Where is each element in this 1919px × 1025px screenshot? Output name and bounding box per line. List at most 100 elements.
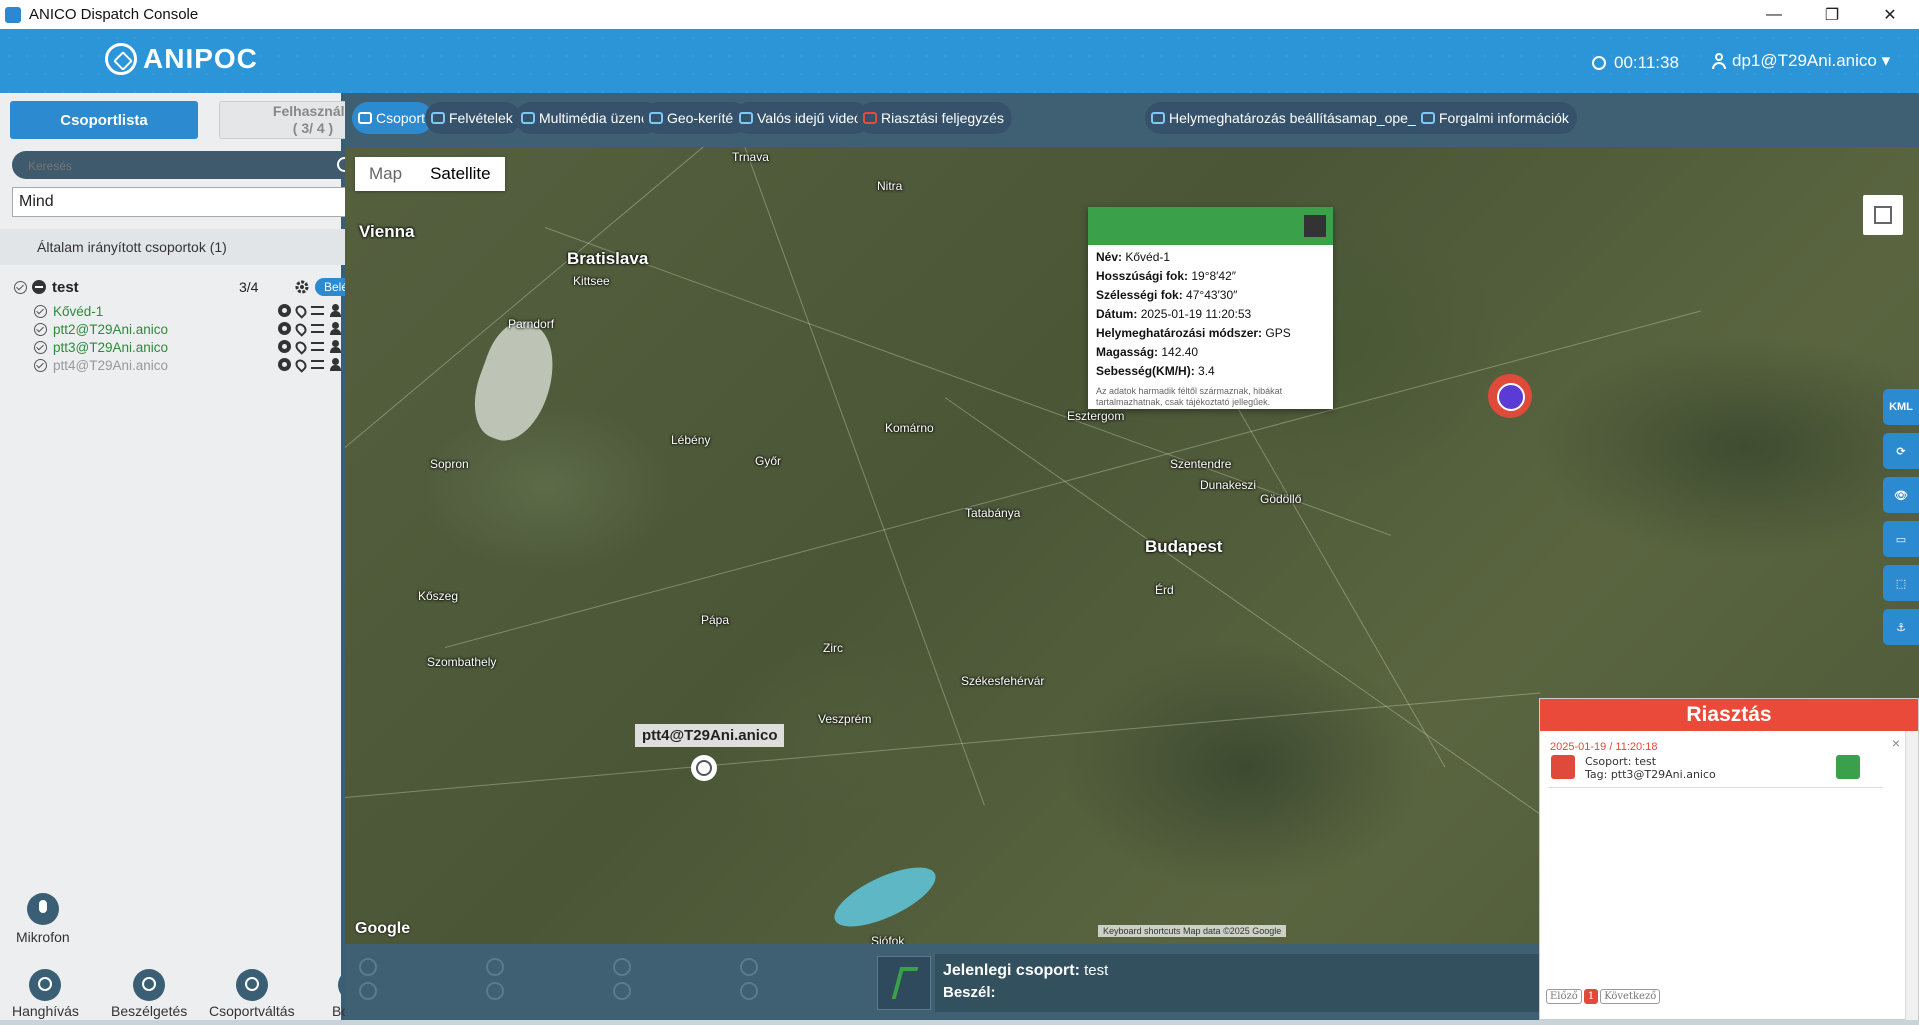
ptt-slot[interactable] (359, 958, 377, 976)
tab-group-list[interactable]: Csoportlista (10, 101, 198, 139)
tree-header-label: Általam irányított csoportok (1) (37, 239, 227, 255)
map-city-label: Veszprém (818, 712, 872, 726)
tab-recordings[interactable]: Felvételek (425, 102, 521, 134)
ptt-slot[interactable] (613, 958, 631, 976)
voice-call-button[interactable]: Hanghívás (12, 969, 79, 1019)
group-switch-button[interactable]: Csoportváltás (209, 969, 295, 1019)
session-timer: 00:11:38 (1592, 53, 1679, 73)
current-group-panel: Jelenlegi csoport: test Beszél: (935, 954, 1539, 1012)
popup-header (1088, 207, 1333, 245)
person-icon[interactable] (329, 340, 342, 353)
left-panel: Csoportlista Felhasználó ( 3/ 4 ) Mind▾ … (0, 93, 416, 1025)
collapse-icon[interactable] (32, 280, 46, 294)
map-type-map[interactable]: Map (355, 157, 416, 191)
search-input[interactable] (26, 156, 320, 176)
tab-group[interactable]: Csoport (352, 102, 434, 134)
location-pin-icon[interactable] (293, 338, 309, 355)
share-icon[interactable] (311, 306, 324, 315)
clock-icon (1592, 56, 1606, 70)
alarm-talk-icon[interactable] (1836, 755, 1860, 779)
eye-icon[interactable]: 👁 (1883, 477, 1919, 513)
main-toolbar: Csoport Felvételek Multimédia üzenet Geo… (345, 93, 1919, 147)
ruler-icon[interactable]: ▭ (1883, 521, 1919, 557)
share-icon[interactable] (311, 342, 324, 351)
map-marker-koved-1[interactable] (1488, 374, 1532, 418)
map-type-satellite[interactable]: Satellite (416, 157, 504, 191)
map-city-label: Komárno (885, 421, 934, 435)
tab-users-label: Felhasználó (272, 103, 354, 119)
microphone-icon[interactable] (27, 893, 59, 925)
member-name: ptt3@T29Ani.anico (53, 339, 169, 355)
map-city-label: Esztergom (1067, 409, 1125, 423)
map-city-label: Lébény (671, 433, 711, 447)
member-checkbox[interactable] (34, 340, 47, 354)
ptt-slot[interactable] (359, 982, 377, 1000)
map-city-label: Parndorf (508, 317, 555, 331)
member-checkbox[interactable] (34, 304, 47, 318)
popup-close-button[interactable] (1304, 215, 1326, 237)
location-pin-icon[interactable] (293, 320, 309, 337)
record-icon[interactable] (278, 340, 291, 353)
member-checkbox[interactable] (34, 322, 47, 336)
share-icon[interactable] (311, 324, 324, 333)
app-header: ANIPOC 00:11:38 dp1@T29Ani.anico ▾ (0, 29, 1919, 93)
map-city-label: Érd (1155, 583, 1174, 597)
alarm-icon (863, 112, 877, 124)
location-pin-icon[interactable] (293, 302, 309, 319)
member-name: ptt2@T29Ani.anico (53, 321, 169, 337)
map-city-label: Tatabánya (965, 506, 1021, 520)
group-checkbox[interactable] (14, 280, 27, 294)
map-marker-ptt4[interactable] (691, 755, 717, 781)
conversation-button[interactable]: Beszélgetés (111, 969, 187, 1019)
prev-button[interactable]: Előző (1546, 989, 1582, 1004)
maximize-button[interactable]: ❐ (1803, 0, 1861, 29)
ptt-slot[interactable] (486, 982, 504, 1000)
map-attribution[interactable]: Keyboard shortcuts Map data ©2025 Google (1098, 925, 1287, 937)
record-icon[interactable] (278, 304, 291, 317)
kml-button[interactable]: KML (1883, 389, 1919, 425)
record-icon[interactable] (278, 322, 291, 335)
location-pin-icon[interactable] (293, 356, 309, 373)
next-button[interactable]: Következő (1600, 989, 1661, 1004)
ptt-slot[interactable] (740, 982, 758, 1000)
map-city-label: Kittsee (573, 274, 610, 288)
tab-alarm-log[interactable]: Riasztási feljegyzés (857, 102, 1012, 134)
select-area-icon[interactable]: ⬚ (1883, 565, 1919, 601)
window-title: ANICO Dispatch Console (29, 6, 199, 23)
member-checkbox[interactable] (34, 358, 47, 372)
traffic-info-button[interactable]: Forgalmi információk (1415, 102, 1577, 134)
gear-icon[interactable] (293, 278, 311, 296)
map-city-label: Siófok (871, 934, 905, 944)
logo: ANIPOC (105, 43, 258, 75)
alarm-close-icon[interactable]: × (1892, 735, 1900, 751)
person-icon[interactable] (329, 304, 342, 317)
tab-multimedia-message[interactable]: Multimédia üzenet (515, 102, 661, 134)
app-icon (5, 6, 21, 23)
map-city-label: Dunakeszi (1200, 478, 1257, 492)
divider (1548, 787, 1883, 788)
tab-live-video[interactable]: Valós idejű videó (733, 102, 870, 134)
mic-icon (431, 112, 445, 124)
fullscreen-icon[interactable] (1863, 195, 1903, 235)
map-city-label: Pápa (701, 613, 730, 627)
refresh-icon[interactable]: ⟳ (1883, 433, 1919, 469)
map-type-control: Map Satellite (355, 157, 505, 191)
ptt-slot[interactable] (613, 982, 631, 1000)
alarm-scrollbar[interactable] (1905, 731, 1918, 1021)
map-city-label: Gödöllő (1260, 492, 1302, 506)
record-icon[interactable] (278, 358, 291, 371)
emergency-runner-icon[interactable] (877, 956, 931, 1010)
anchor-icon[interactable]: ⚓ (1883, 609, 1919, 645)
popup-method-row: Helymeghatározási módszer: GPS (1096, 326, 1291, 340)
close-window-button[interactable]: ✕ (1861, 0, 1919, 29)
map-city-label: Vienna (359, 222, 415, 241)
user-menu[interactable]: dp1@T29Ani.anico ▾ (1712, 51, 1890, 71)
minimize-button[interactable]: — (1745, 0, 1803, 29)
share-icon[interactable] (311, 360, 324, 369)
alarm-panel: Riasztás 2025-01-19 / 11:20:18 × Csoport… (1539, 698, 1919, 1021)
ptt-slot[interactable] (740, 958, 758, 976)
person-icon[interactable] (329, 358, 342, 371)
ptt-slot[interactable] (486, 958, 504, 976)
location-popup: Név: Kővéd-1 Hosszúsági fok: 19°8′42″ Sz… (1088, 207, 1333, 409)
person-icon[interactable] (329, 322, 342, 335)
